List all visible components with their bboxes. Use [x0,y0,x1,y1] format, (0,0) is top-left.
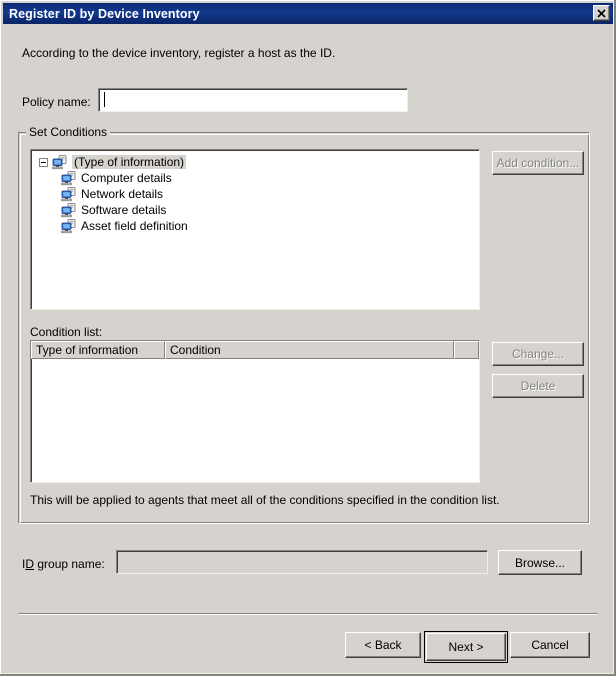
title-bar[interactable]: Register ID by Device Inventory [3,3,613,24]
window-frame-left [0,0,1,676]
dialog-window: Register ID by Device Inventory Accordin… [0,0,616,676]
window-title: Register ID by Device Inventory [9,6,200,21]
tree-node-label: Software details [81,203,167,217]
condition-list-label: Condition list: [30,325,103,339]
next-button[interactable]: Next > [424,631,508,663]
computer-icon [61,202,77,218]
type-of-information-tree[interactable]: (Type of information) Computer details N… [30,149,480,310]
tree-node-label: Network details [81,187,164,201]
browse-button[interactable]: Browse... [498,550,582,575]
delete-button[interactable]: Delete [492,374,584,398]
cancel-button[interactable]: Cancel [510,632,590,658]
tree-node-network-details[interactable]: Network details [31,186,479,202]
intro-text: According to the device inventory, regis… [22,46,336,60]
footer-separator [18,613,598,615]
close-icon[interactable] [593,5,610,21]
add-condition-button[interactable]: Add condition... [492,151,584,175]
computer-icon [61,170,77,186]
policy-name-input[interactable] [98,88,408,112]
back-button[interactable]: < Back [345,632,421,658]
next-button-label: Next > [426,633,506,661]
collapse-icon[interactable] [39,157,48,167]
id-group-name-input[interactable] [116,550,488,574]
id-group-label-suffix: group name: [34,557,105,571]
window-frame-top [0,0,616,1]
id-group-name-label: ID group name: [22,557,105,571]
computer-icon [52,154,68,170]
id-group-label-mnemonic: D [25,557,35,571]
computer-icon [61,218,77,234]
tree-node-software-details[interactable]: Software details [31,202,479,218]
change-button[interactable]: Change... [492,342,584,366]
text-caret [104,92,105,107]
table-header-row: Type of information Condition [31,341,479,359]
tree-node-label: Asset field definition [81,219,188,233]
column-header-type-of-information[interactable]: Type of information [31,341,165,359]
column-header-condition[interactable]: Condition [165,341,454,359]
tree-node-root[interactable]: (Type of information) [31,154,479,170]
set-conditions-group-title: Set Conditions [26,125,111,139]
tree-node-label: Computer details [81,171,172,185]
tree-node-asset-field-definition[interactable]: Asset field definition [31,218,479,234]
tree-node-root-label: (Type of information) [72,155,187,169]
condition-list-table[interactable]: Type of information Condition [30,340,480,483]
hint-text: This will be applied to agents that meet… [30,493,500,507]
tree-node-computer-details[interactable]: Computer details [31,170,479,186]
computer-icon [61,186,77,202]
policy-name-label: Policy name: [22,95,91,109]
column-header-blank[interactable] [454,341,479,359]
